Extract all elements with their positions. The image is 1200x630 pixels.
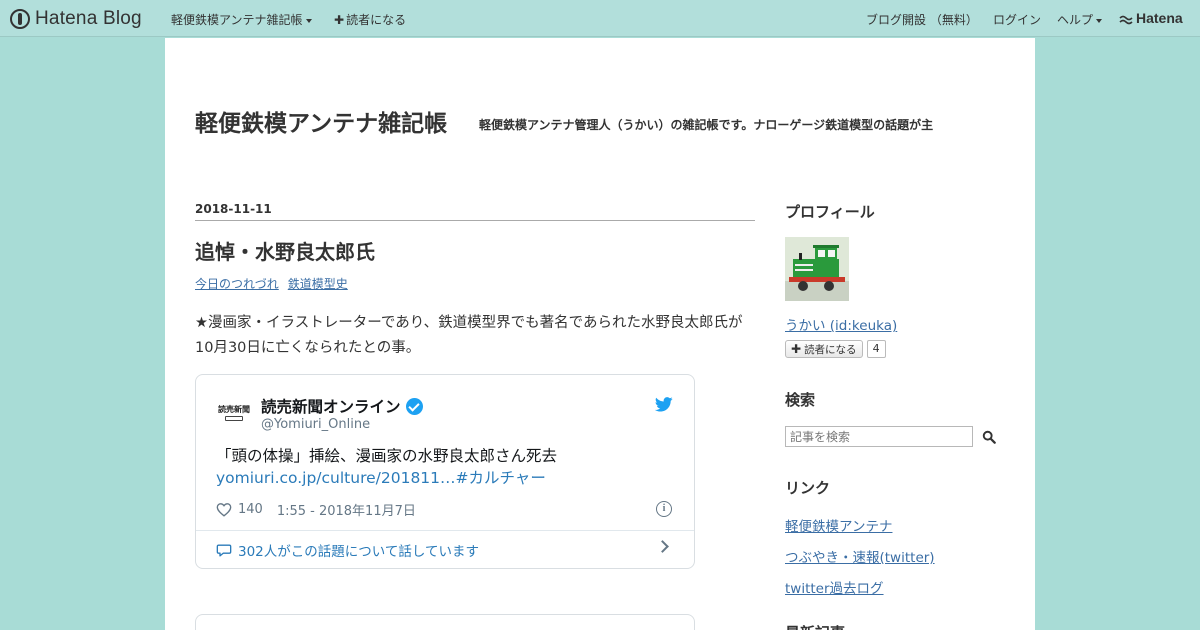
sidebar-link[interactable]: twitter過去ログ [785, 577, 884, 597]
page-container: 軽便鉄模アンテナ雑記帳 軽便鉄模アンテナ管理人（うかい）の雑記帳です。ナローゲー… [165, 38, 1035, 630]
author-name-text: 読売新聞オンライン [261, 398, 401, 416]
blog-menu-label: 軽便鉄模アンテナ雑記帳 [171, 13, 303, 27]
entry-date[interactable]: 2018-11-11 [195, 202, 755, 221]
follow-widget: ✚ 読者になる 4 [785, 340, 886, 358]
tweet-meta: 140 1:55 - 2018年11月7日 [216, 500, 416, 519]
recent-entries-heading: 最新記事 [785, 622, 845, 630]
info-icon[interactable]: i [656, 501, 672, 517]
caret-down-icon [1096, 18, 1103, 23]
category-link[interactable]: 今日のつれづれ [195, 275, 279, 292]
tweet-text-line: 「頭の体操」挿絵、漫画家の水野良太郎さん死去 [216, 447, 558, 465]
hatena-blog-logo-icon [10, 9, 30, 29]
avatar-text: 読売新聞 [218, 405, 250, 414]
tweet-text: 「頭の体操」挿絵、漫画家の水野良太郎さん死去 yomiuri.co.jp/cul… [216, 445, 676, 489]
open-blog-link[interactable]: ブログ開設 （無料） [866, 11, 978, 28]
verified-badge-icon [405, 397, 423, 415]
search-icon[interactable] [982, 430, 996, 444]
tweet-avatar[interactable]: 読売新聞 [216, 405, 252, 429]
login-link[interactable]: ログイン [993, 11, 1041, 28]
logo-text: Hatena Blog [35, 8, 142, 29]
locomotive-icon [785, 237, 849, 301]
plus-icon: ✚ [791, 342, 802, 356]
like-count: 140 [238, 502, 263, 517]
tweet-conversation-link[interactable]: 302人がこの話題について話しています [216, 540, 479, 560]
sidebar-link[interactable]: 軽便鉄模アンテナ [785, 515, 892, 535]
follow-label: 読者になる [804, 343, 857, 356]
chevron-right-icon[interactable] [656, 540, 669, 553]
blog-title[interactable]: 軽便鉄模アンテナ雑記帳 [195, 104, 447, 138]
follower-count[interactable]: 4 [866, 340, 886, 358]
tweet-divider [196, 530, 694, 531]
sidebar-link[interactable]: つぶやき・速報(twitter) [785, 546, 935, 566]
entry-categories: 今日のつれづれ 鉄道模型史 [195, 275, 348, 292]
tweet-author-name[interactable]: 読売新聞オンライン [261, 395, 423, 417]
follow-button[interactable]: ✚ 読者になる [785, 340, 863, 358]
tweet-timestamp[interactable]: 1:55 - 2018年11月7日 [277, 500, 416, 519]
speech-bubble-icon [216, 544, 232, 556]
profile-avatar[interactable] [785, 237, 849, 301]
profile-heading: プロフィール [785, 203, 875, 221]
global-header: Hatena Blog 軽便鉄模アンテナ雑記帳 ✚ 読者になる ブログ開設 （無料… [0, 0, 1200, 37]
links-heading: リンク [785, 479, 831, 497]
hatena-blog-logo[interactable]: Hatena Blog [10, 8, 142, 30]
profile-name-link[interactable]: うかい (id:keuka) [785, 314, 897, 334]
hatena-label: Hatena [1136, 10, 1183, 26]
help-label: ヘルプ [1057, 13, 1094, 27]
hatena-link[interactable]: Hatena [1119, 10, 1183, 26]
caret-down-icon [305, 18, 312, 23]
plus-icon: ✚ [334, 13, 345, 27]
tweet-link[interactable]: yomiuri.co.jp/culture/201811…#カルチャー [216, 467, 676, 489]
search-heading: 検索 [785, 391, 816, 409]
search-input[interactable] [785, 426, 973, 447]
subscribe-link[interactable]: ✚ 読者になる [334, 11, 406, 28]
entry-title[interactable]: 追悼・水野良太郎氏 [195, 236, 375, 265]
blog-description: 軽便鉄模アンテナ管理人（うかい）の雑記帳です。ナローゲージ鉄道模型の話題が主 [479, 118, 934, 132]
help-dropdown[interactable]: ヘルプ [1057, 11, 1103, 28]
entry-body-text: ★漫画家・イラストレーターであり、鉄道模型界でも著名であられた水野良太郎氏が10… [195, 315, 743, 356]
tweet-author-handle[interactable]: @Yomiuri_Online [261, 417, 370, 432]
embedded-tweet[interactable]: 読売新聞 読売新聞オンライン @Yomiuri_Online 「頭の体操」挿絵、… [195, 374, 695, 569]
category-link[interactable]: 鉄道模型史 [288, 275, 348, 292]
hatena-wave-icon [1119, 15, 1133, 24]
subscribe-label: 読者になる [346, 13, 407, 27]
twitter-bird-icon[interactable] [655, 397, 673, 412]
replies-text: 302人がこの話題について話しています [238, 544, 479, 560]
embedded-tweet-second[interactable] [195, 614, 695, 630]
avatar-mark [225, 416, 243, 421]
heart-icon[interactable] [216, 502, 232, 517]
blog-menu-dropdown[interactable]: 軽便鉄模アンテナ雑記帳 [171, 11, 312, 28]
